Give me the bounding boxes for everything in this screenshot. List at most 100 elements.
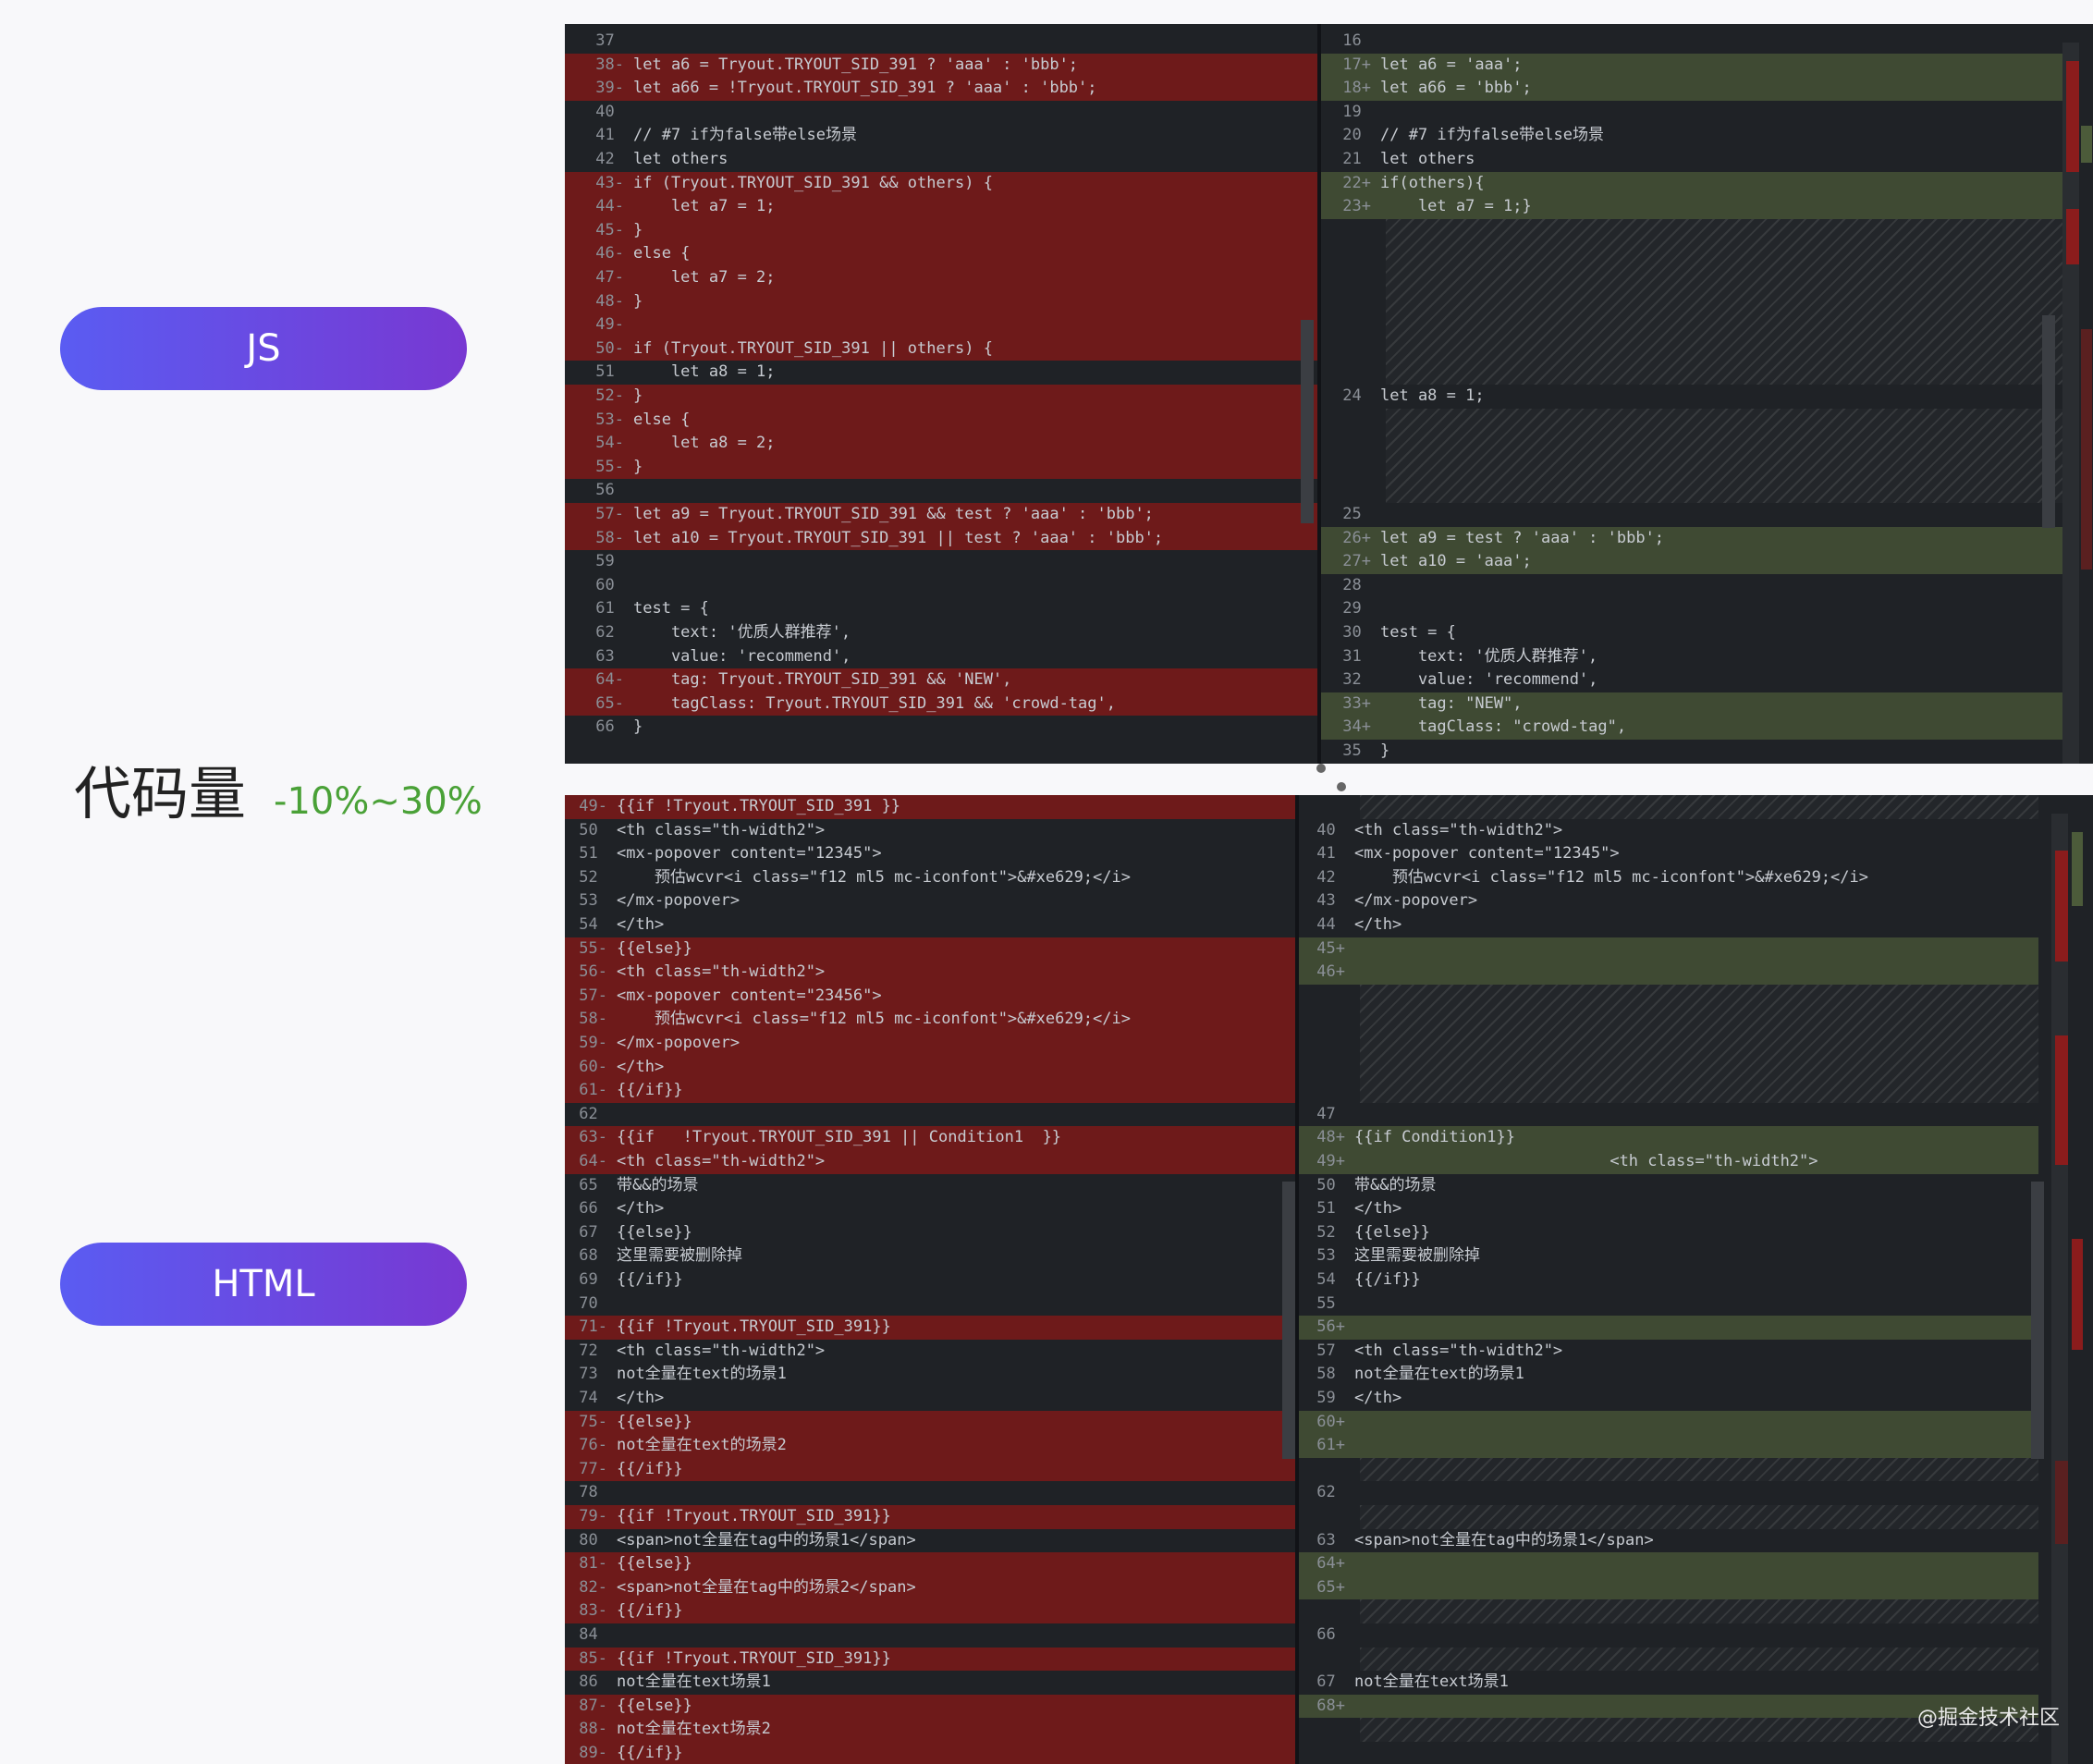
diff-line[interactable]: 80 <span>not全量在tag中的场景1</span> — [565, 1529, 1295, 1553]
js-diff-right-pane[interactable]: 16 17+ let a6 = 'aaa'; 18+ let a66 = 'bbb';… — [1321, 24, 2066, 764]
diff-line[interactable]: 23+ let a7 = 1;} — [1321, 195, 2066, 219]
diff-line[interactable]: 30 test = { — [1321, 621, 2066, 645]
diff-line[interactable]: 74 </th> — [565, 1387, 1295, 1411]
diff-line[interactable]: 25 — [1321, 503, 2066, 527]
diff-line[interactable]: 35 } — [1321, 740, 2066, 764]
diff-line[interactable]: 58 not全量在text的场景1 — [1299, 1363, 2038, 1387]
diff-line[interactable]: 79- {{if !Tryout.TRYOUT_SID_391}} — [565, 1505, 1295, 1529]
diff-line[interactable]: 61 test = { — [565, 597, 1317, 621]
diff-line[interactable]: 76- not全量在text的场景2 — [565, 1434, 1295, 1458]
diff-line[interactable]: 48-} — [565, 289, 1317, 314]
diff-line[interactable]: 60+ — [1299, 1410, 2038, 1435]
diff-line[interactable]: 51 </th> — [1299, 1197, 2038, 1221]
diff-line[interactable]: 54 </th> — [565, 913, 1295, 937]
diff-line[interactable]: 81- {{else}} — [565, 1552, 1295, 1576]
diff-line[interactable]: 69 {{/if}} — [565, 1268, 1295, 1292]
diff-line[interactable]: 31 text: '优质人群推荐', — [1321, 645, 2066, 669]
diff-line[interactable]: 52 {{else}} — [1299, 1221, 2038, 1245]
diff-line[interactable]: 60- </th> — [565, 1055, 1295, 1080]
diff-line[interactable]: 64+ — [1299, 1552, 2038, 1576]
diff-line[interactable]: 27+ let a10 = 'aaa'; — [1321, 550, 2066, 574]
diff-line[interactable]: 84 — [565, 1623, 1295, 1648]
diff-line[interactable]: 51 <mx-popover content="12345"> — [565, 842, 1295, 866]
diff-line[interactable]: 62 — [565, 1103, 1295, 1127]
diff-line[interactable]: 47- let a7 = 2; — [565, 266, 1317, 290]
html-diff-left-pane[interactable]: 49- {{if !Tryout.TRYOUT_SID_391 }} 50 <th … — [565, 795, 1295, 1764]
diff-line[interactable]: 38- let a6 = Tryout.TRYOUT_SID_391 ? 'aaa… — [565, 53, 1317, 78]
diff-line[interactable]: 43- if (Tryout.TRYOUT_SID_391 && others) … — [565, 171, 1317, 196]
diff-line[interactable]: 50 <th class="th-width2"> — [565, 819, 1295, 843]
diff-line[interactable]: 40 — [565, 101, 1317, 125]
diff-line[interactable]: 68 这里需要被删除掉 — [565, 1244, 1295, 1268]
diff-line[interactable]: 61- {{/if}} — [565, 1079, 1295, 1103]
diff-line[interactable]: 54 {{/if}} — [1299, 1268, 2038, 1292]
diff-line[interactable]: 59 — [565, 550, 1317, 574]
js-right-scrollbar[interactable] — [2042, 315, 2055, 528]
diff-line[interactable]: 78 — [565, 1481, 1295, 1505]
js-diff-left-pane[interactable]: 37 38- let a6 = Tryout.TRYOUT_SID_391 ? '… — [565, 24, 1317, 764]
html-right-scrollbar[interactable] — [2031, 1182, 2044, 1459]
diff-line[interactable]: 20 // #7 if为false带else场景 — [1321, 124, 2066, 148]
diff-line[interactable]: 50- if (Tryout.TRYOUT_SID_391 || others) … — [565, 337, 1317, 361]
diff-line[interactable]: 55-} — [565, 455, 1317, 480]
diff-line[interactable]: 65- tagClass: Tryout.TRYOUT_SID_391 && '… — [565, 692, 1317, 717]
diff-line[interactable]: 52 预估wcvr<i class="f12 ml5 mc-iconfont">… — [565, 866, 1295, 890]
diff-line[interactable]: 55 — [1299, 1292, 2038, 1317]
diff-line[interactable]: 75- {{else}} — [565, 1410, 1295, 1435]
diff-line[interactable]: 62 text: '优质人群推荐', — [565, 621, 1317, 645]
diff-line[interactable]: 57- let a9 = Tryout.TRYOUT_SID_391 && tes… — [565, 503, 1317, 527]
diff-line[interactable]: 33+ tag: "NEW", — [1321, 692, 2066, 717]
diff-line[interactable]: 52-} — [565, 385, 1317, 409]
diff-line[interactable]: 64- <th class="th-width2"> — [565, 1150, 1295, 1174]
diff-line[interactable]: 56+ — [1299, 1316, 2038, 1340]
diff-line[interactable]: 24 let a8 = 1; — [1321, 385, 2066, 409]
diff-line[interactable]: 34+ tagClass: "crowd-tag", — [1321, 716, 2066, 740]
diff-line[interactable]: 67 not全量在text场景1 — [1299, 1671, 2038, 1695]
diff-line[interactable]: 72 <th class="th-width2"> — [565, 1340, 1295, 1364]
diff-line[interactable]: 50 带&&的场景 — [1299, 1174, 2038, 1198]
diff-line[interactable]: 55- {{else}} — [565, 937, 1295, 962]
diff-line[interactable]: 28 — [1321, 574, 2066, 598]
diff-line[interactable]: 83- {{/if}} — [565, 1599, 1295, 1623]
diff-line[interactable]: 22+ if(others){ — [1321, 171, 2066, 196]
diff-line[interactable]: 77- {{/if}} — [565, 1457, 1295, 1482]
diff-line[interactable]: 41 // #7 if为false带else场景 — [565, 124, 1317, 148]
html-diff-right-pane[interactable]: 40 <th class="th-width2"> 41 <mx-popover … — [1299, 795, 2038, 1764]
diff-line[interactable]: 46+ — [1299, 961, 2038, 985]
diff-line[interactable]: 40 <th class="th-width2"> — [1299, 819, 2038, 843]
diff-line[interactable]: 32 value: 'recommend', — [1321, 668, 2066, 692]
diff-line[interactable]: 57 <th class="th-width2"> — [1299, 1340, 2038, 1364]
diff-line[interactable]: 63- {{if !Tryout.TRYOUT_SID_391 || Condit… — [565, 1126, 1295, 1150]
diff-line[interactable]: 39- let a66 = !Tryout.TRYOUT_SID_391 ? 'a… — [565, 77, 1317, 101]
html-left-scrollbar[interactable] — [1282, 1182, 1295, 1459]
diff-line[interactable]: 59 </th> — [1299, 1387, 2038, 1411]
diff-line[interactable]: 17+ let a6 = 'aaa'; — [1321, 53, 2066, 78]
diff-line[interactable]: 46- else { — [565, 242, 1317, 266]
diff-line[interactable]: 89- {{/if}} — [565, 1742, 1295, 1764]
diff-line[interactable]: 53 </mx-popover> — [565, 889, 1295, 913]
diff-line[interactable]: 61+ — [1299, 1434, 2038, 1458]
diff-line[interactable]: 85- {{if !Tryout.TRYOUT_SID_391}} — [565, 1647, 1295, 1672]
diff-line[interactable]: 42 预估wcvr<i class="f12 ml5 mc-iconfont">… — [1299, 866, 2038, 890]
diff-line[interactable]: 59- </mx-popover> — [565, 1032, 1295, 1056]
diff-line[interactable]: 49- — [565, 313, 1317, 337]
diff-line[interactable]: 57- <mx-popover content="23456"> — [565, 984, 1295, 1009]
diff-line[interactable]: 42 let others — [565, 148, 1317, 172]
diff-line[interactable]: 45-} — [565, 218, 1317, 243]
diff-line[interactable]: 64- tag: Tryout.TRYOUT_SID_391 && 'NEW', — [565, 668, 1317, 692]
diff-line[interactable]: 53 这里需要被删除掉 — [1299, 1244, 2038, 1268]
diff-line[interactable]: 43 </mx-popover> — [1299, 889, 2038, 913]
diff-line[interactable]: 56 — [565, 479, 1317, 503]
diff-line[interactable]: 53- else { — [565, 408, 1317, 433]
diff-line[interactable]: 26+ let a9 = test ? 'aaa' : 'bbb'; — [1321, 526, 2066, 551]
diff-line[interactable]: 51 let a8 = 1; — [565, 361, 1317, 385]
diff-line[interactable]: 29 — [1321, 597, 2066, 621]
diff-line[interactable]: 86 not全量在text场景1 — [565, 1671, 1295, 1695]
diff-line[interactable]: 63 <span>not全量在tag中的场景1</span> — [1299, 1529, 2038, 1553]
diff-line[interactable]: 66 — [1299, 1623, 2038, 1648]
diff-line[interactable]: 87- {{else}} — [565, 1694, 1295, 1719]
diff-line[interactable]: 45+ — [1299, 937, 2038, 962]
diff-line[interactable]: 37 — [565, 30, 1317, 54]
diff-line[interactable]: 47 — [1299, 1103, 2038, 1127]
diff-line[interactable]: 65 带&&的场景 — [565, 1174, 1295, 1198]
